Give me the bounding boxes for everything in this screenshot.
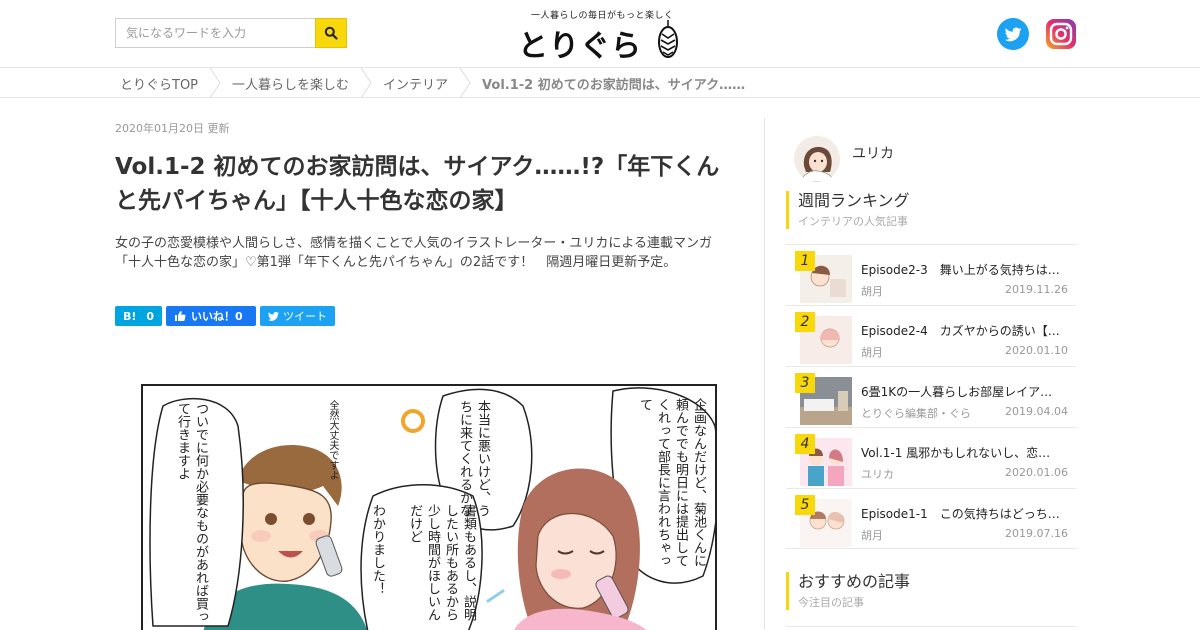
ranking-item[interactable]: 1 Episode2-3 舞い上がる気持ちは… 胡月 2019.11.26	[786, 244, 1076, 305]
breadcrumb-label: Vol.1-2 初めてのお家訪問は、サイアク……	[482, 77, 746, 93]
speech-bubble-5: わかりました！	[370, 504, 385, 595]
breadcrumb-label: 一人暮らしを楽しむ	[232, 77, 350, 93]
breadcrumb: とりぐらTOP 一人暮らしを楽しむ インテリア Vol.1-2 初めてのお家訪問…	[0, 68, 1200, 98]
ranking-item[interactable]: 3 6畳1Kの一人暮らしお部屋レイア… とりぐら編集部・ぐら 2019.04.0…	[786, 366, 1076, 427]
hatena-icon: B!	[123, 309, 137, 323]
breadcrumb-item-current: Vol.1-2 初めてのお家訪問は、サイアク……	[477, 68, 750, 98]
instagram-icon[interactable]	[1045, 18, 1077, 50]
ranking-author: とりぐら編集部・ぐら	[861, 407, 971, 420]
ranking-date: 2020.01.06	[1005, 466, 1068, 479]
breadcrumb-item-subcategory[interactable]: インテリア	[378, 68, 477, 98]
hatena-count: 0	[146, 309, 154, 323]
recommend-title: おすすめの記事	[798, 572, 911, 591]
breadcrumb-item-top[interactable]: とりぐらTOP	[115, 68, 227, 98]
ranking-title: Vol.1-1 風邪かもしれないし、恋…	[861, 446, 1051, 460]
facebook-like-button[interactable]: いいね！0	[166, 306, 256, 326]
recommend-subtitle: 今注目の記事	[798, 596, 864, 609]
search-form	[115, 18, 347, 48]
breadcrumb-item-category[interactable]: 一人暮らしを楽しむ	[227, 68, 378, 98]
recommend-heading: おすすめの記事 今注目の記事	[786, 572, 1076, 610]
author-avatar	[794, 136, 840, 182]
ranking-author: 胡月	[861, 285, 883, 298]
rank-badge: 1	[795, 251, 815, 271]
ranking-date: 2019.07.16	[1005, 527, 1068, 540]
ranking-date: 2019.04.04	[1005, 405, 1068, 418]
search-button[interactable]	[315, 18, 347, 48]
facebook-like-label: いいね！0	[191, 310, 243, 323]
tweet-label: ツイート	[283, 310, 327, 323]
chevron-right-icon	[209, 68, 221, 98]
ranking-subtitle: インテリアの人気記事	[798, 215, 908, 228]
rank-badge: 4	[795, 434, 815, 454]
speech-bubble-3: 本当に悪いけど、うちに来てくれるかな	[457, 400, 490, 517]
chevron-right-icon	[459, 68, 471, 98]
manga-illustration: ついでに何か必要なものがあれば買って行きますよ 全然大丈夫ですよ 本当に悪いけど…	[141, 384, 717, 630]
ranking-title: Episode1-1 この気持ちはどっち…	[861, 507, 1060, 521]
ranking-author: 胡月	[861, 529, 883, 542]
twitter-icon[interactable]	[997, 18, 1029, 50]
ranking-item[interactable]: 5 Episode1-1 この気持ちはどっち… 胡月 2019.07.16	[786, 488, 1076, 549]
logo-text: とりぐら	[518, 29, 642, 64]
ranking-date: 2019.11.26	[1005, 283, 1068, 296]
ranking-author: ユリカ	[861, 468, 894, 481]
chevron-right-icon	[360, 68, 372, 98]
ranking-author: 胡月	[861, 346, 883, 359]
hatena-bookmark-button[interactable]: B! 0	[115, 306, 162, 326]
author-profile[interactable]: ユリカ	[794, 136, 894, 182]
breadcrumb-label: インテリア	[383, 77, 449, 93]
twitter-bird-icon	[268, 311, 279, 321]
recommend-divider	[786, 626, 1076, 627]
thumbs-up-icon	[175, 311, 186, 321]
logo-tagline: 一人暮らしの毎日がもっと楽しく	[531, 11, 674, 21]
site-header: 一人暮らしの毎日がもっと楽しく とりぐら	[0, 0, 1200, 68]
speech-bubble-1: ついでに何か必要なものがあれば買って行きますよ	[175, 402, 208, 623]
ranking-title: Episode2-4 カズヤからの誘い【…	[861, 324, 1060, 338]
ranking-title: Episode2-3 舞い上がる気持ちは…	[861, 263, 1060, 277]
ranking-item[interactable]: 2 Episode2-4 カズヤからの誘い【… 胡月 2020.01.10	[786, 305, 1076, 366]
search-icon	[324, 26, 338, 40]
ranking-title: 6畳1Kの一人暮らしお部屋レイア…	[861, 385, 1053, 399]
rank-badge: 5	[795, 495, 815, 515]
logo-bird-icon	[658, 20, 678, 58]
breadcrumb-label: とりぐらTOP	[120, 77, 199, 93]
site-logo[interactable]: 一人暮らしの毎日がもっと楽しく とりぐら	[518, 6, 684, 64]
rank-badge: 2	[795, 312, 815, 332]
share-buttons: B! 0 いいね！0 ツイート	[115, 306, 335, 326]
author-name: ユリカ	[852, 146, 894, 162]
speech-bubble-6: 企画なんだけど、菊池くんに頼んででも明日には提出してくれって部長に言われちゃって	[637, 398, 706, 567]
tweet-button[interactable]: ツイート	[260, 306, 335, 326]
ranking-list: 1 Episode2-3 舞い上がる気持ちは… 胡月 2019.11.26 2 …	[786, 244, 1076, 549]
column-divider	[764, 118, 765, 630]
speech-bubble-2: 全然大丈夫ですよ	[327, 400, 338, 480]
ranking-heading: 週間ランキング インテリアの人気記事	[786, 191, 1076, 229]
ranking-item[interactable]: 4 Vol.1-1 風邪かもしれないし、恋… ユリカ 2020.01.06	[786, 427, 1076, 488]
ranking-date: 2020.01.10	[1005, 344, 1068, 357]
article-lead: 女の子の恋愛模様や人間らしさ、感情を描くことで人気のイラストレーター・ユリカによ…	[115, 236, 712, 270]
search-input[interactable]	[115, 18, 315, 48]
ranking-title: 週間ランキング	[798, 191, 910, 210]
rank-badge: 3	[795, 373, 815, 393]
article-date: 2020年01月20日 更新	[115, 122, 230, 135]
speech-bubble-4: 書類もあるし、説明したい所もあるから少し時間がほしいんだけど	[407, 504, 476, 621]
article-title: Vol.1-2 初めてのお家訪問は、サイアク……!?「年下くんと先パイちゃん」【…	[115, 154, 720, 214]
